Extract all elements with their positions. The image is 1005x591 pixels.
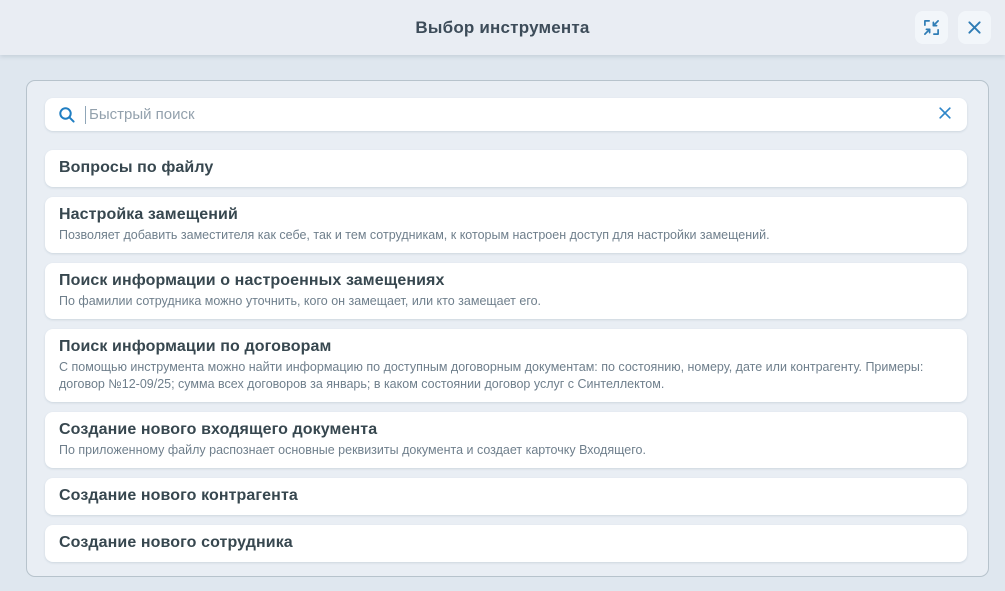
expand-icon	[923, 19, 940, 36]
tool-item[interactable]: Поиск информации по договорам С помощью …	[45, 329, 967, 402]
tool-description: По фамилии сотрудника можно уточнить, ко…	[59, 293, 953, 310]
tool-title: Поиск информации по договорам	[59, 337, 953, 357]
tool-item[interactable]: Настройка замещений Позволяет добавить з…	[45, 197, 967, 253]
tool-title: Создание нового входящего документа	[59, 420, 953, 440]
tool-item[interactable]: Создание нового входящего документа По п…	[45, 412, 967, 468]
tool-title: Создание нового сотрудника	[59, 533, 953, 553]
tool-title: Вопросы по файлу	[59, 158, 953, 178]
tool-item[interactable]: Создание нового контрагента	[45, 478, 967, 515]
tool-item[interactable]: Создание нового сотрудника	[45, 525, 967, 562]
clear-search-button[interactable]	[936, 104, 954, 125]
text-caret	[85, 106, 86, 124]
dialog-title: Выбор инструмента	[0, 0, 1005, 55]
tool-item[interactable]: Поиск информации о настроенных замещения…	[45, 263, 967, 319]
tool-title: Поиск информации о настроенных замещения…	[59, 271, 953, 291]
tool-picker-panel: Вопросы по файлу Настройка замещений Поз…	[26, 80, 989, 577]
tool-description: С помощью инструмента можно найти информ…	[59, 359, 953, 393]
close-icon	[967, 20, 982, 35]
close-button[interactable]	[958, 11, 991, 44]
expand-button[interactable]	[915, 11, 948, 44]
search-icon	[58, 106, 76, 124]
clear-icon	[938, 106, 952, 123]
tool-description: По приложенному файлу распознает основны…	[59, 442, 953, 459]
header-actions	[915, 0, 991, 55]
tool-item[interactable]: Вопросы по файлу	[45, 150, 967, 187]
search-bar[interactable]	[45, 98, 967, 131]
tool-description: Позволяет добавить заместителя как себе,…	[59, 227, 953, 244]
search-input[interactable]	[89, 98, 936, 131]
tool-list: Вопросы по файлу Настройка замещений Поз…	[45, 150, 967, 562]
tool-title: Создание нового контрагента	[59, 486, 953, 506]
dialog-header: Выбор инструмента	[0, 0, 1005, 55]
tool-title: Настройка замещений	[59, 205, 953, 225]
